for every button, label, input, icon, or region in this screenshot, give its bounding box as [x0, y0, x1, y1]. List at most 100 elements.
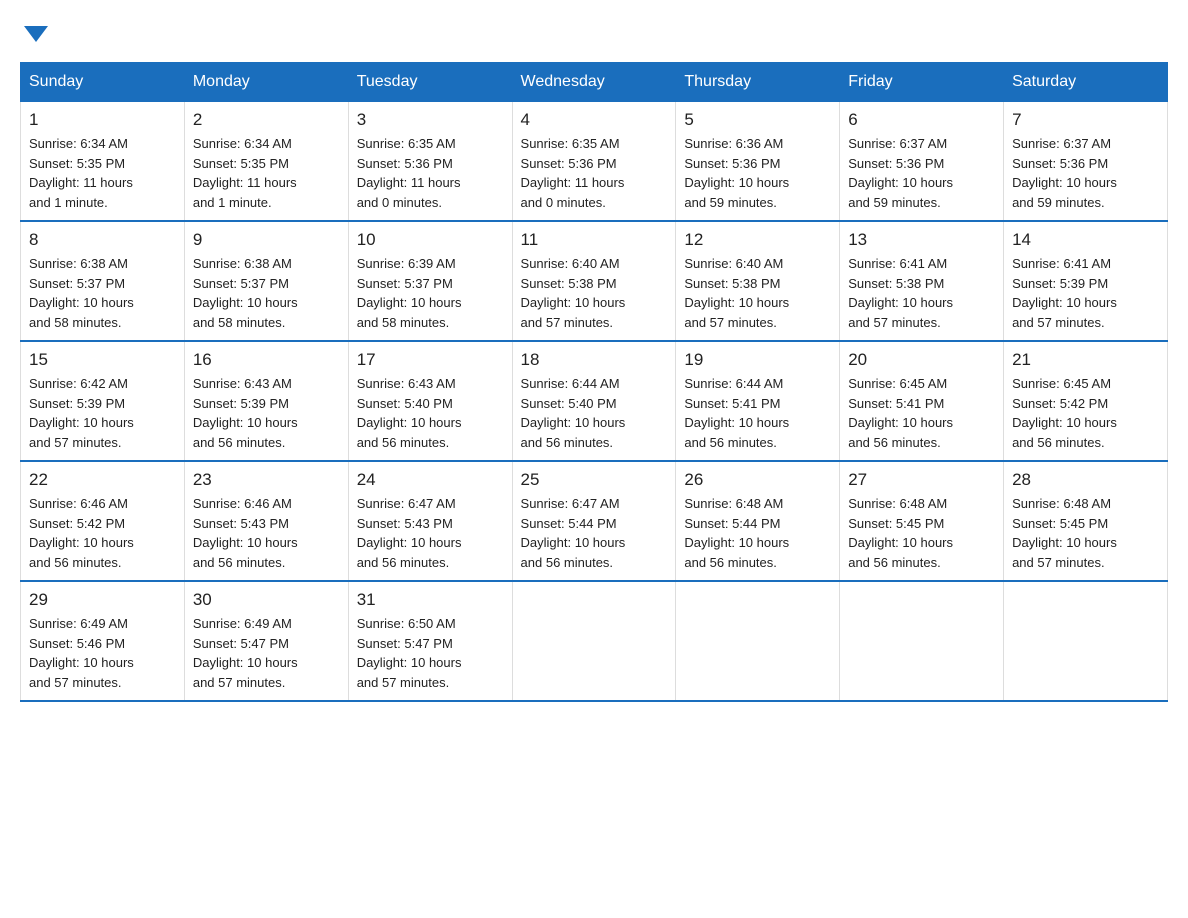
day-info-line: Sunset: 5:37 PM: [29, 276, 125, 291]
calendar-week-row: 1 Sunrise: 6:34 AMSunset: 5:35 PMDayligh…: [21, 102, 1168, 222]
day-number: 14: [1012, 230, 1159, 250]
day-info-line: Sunset: 5:45 PM: [848, 516, 944, 531]
day-info: Sunrise: 6:36 AMSunset: 5:36 PMDaylight:…: [684, 134, 831, 212]
day-info: Sunrise: 6:40 AMSunset: 5:38 PMDaylight:…: [521, 254, 668, 332]
day-info-line: Sunset: 5:41 PM: [848, 396, 944, 411]
day-number: 9: [193, 230, 340, 250]
day-info-line: Daylight: 10 hours: [848, 535, 953, 550]
day-number: 24: [357, 470, 504, 490]
day-info-line: Daylight: 11 hours: [193, 175, 297, 190]
day-info: Sunrise: 6:39 AMSunset: 5:37 PMDaylight:…: [357, 254, 504, 332]
calendar-cell: [676, 581, 840, 701]
calendar-header-thursday: Thursday: [676, 63, 840, 102]
day-info: Sunrise: 6:50 AMSunset: 5:47 PMDaylight:…: [357, 614, 504, 692]
calendar-cell: 24 Sunrise: 6:47 AMSunset: 5:43 PMDaylig…: [348, 461, 512, 581]
calendar-cell: 23 Sunrise: 6:46 AMSunset: 5:43 PMDaylig…: [184, 461, 348, 581]
calendar-header-sunday: Sunday: [21, 63, 185, 102]
day-info-line: Sunset: 5:43 PM: [193, 516, 289, 531]
day-info-line: Sunset: 5:42 PM: [1012, 396, 1108, 411]
calendar-cell: 20 Sunrise: 6:45 AMSunset: 5:41 PMDaylig…: [840, 341, 1004, 461]
day-info-line: Sunrise: 6:40 AM: [684, 256, 783, 271]
day-info-line: Daylight: 10 hours: [29, 415, 134, 430]
day-info-line: Sunrise: 6:46 AM: [193, 496, 292, 511]
calendar-cell: [1004, 581, 1168, 701]
day-info-line: Sunset: 5:46 PM: [29, 636, 125, 651]
day-info-line: Daylight: 10 hours: [29, 655, 134, 670]
day-info: Sunrise: 6:35 AMSunset: 5:36 PMDaylight:…: [357, 134, 504, 212]
day-info-line: and 56 minutes.: [193, 435, 286, 450]
day-info-line: Sunrise: 6:48 AM: [684, 496, 783, 511]
day-info-line: Sunrise: 6:43 AM: [357, 376, 456, 391]
day-info-line: Sunset: 5:36 PM: [684, 156, 780, 171]
day-info: Sunrise: 6:41 AMSunset: 5:38 PMDaylight:…: [848, 254, 995, 332]
calendar-cell: 29 Sunrise: 6:49 AMSunset: 5:46 PMDaylig…: [21, 581, 185, 701]
day-info: Sunrise: 6:41 AMSunset: 5:39 PMDaylight:…: [1012, 254, 1159, 332]
day-info-line: Sunset: 5:44 PM: [521, 516, 617, 531]
day-info-line: and 59 minutes.: [848, 195, 941, 210]
day-info-line: Sunrise: 6:49 AM: [29, 616, 128, 631]
logo: [20, 20, 48, 42]
calendar-cell: 6 Sunrise: 6:37 AMSunset: 5:36 PMDayligh…: [840, 102, 1004, 222]
day-info-line: and 1 minute.: [193, 195, 272, 210]
day-info-line: Daylight: 10 hours: [684, 535, 789, 550]
day-number: 18: [521, 350, 668, 370]
day-info-line: Daylight: 10 hours: [29, 295, 134, 310]
day-info-line: Daylight: 10 hours: [1012, 535, 1117, 550]
calendar-cell: 10 Sunrise: 6:39 AMSunset: 5:37 PMDaylig…: [348, 221, 512, 341]
day-info-line: Daylight: 10 hours: [684, 415, 789, 430]
day-info-line: and 56 minutes.: [1012, 435, 1105, 450]
day-number: 25: [521, 470, 668, 490]
day-info-line: Daylight: 10 hours: [193, 655, 298, 670]
day-number: 6: [848, 110, 995, 130]
day-info-line: Sunrise: 6:34 AM: [29, 136, 128, 151]
day-info-line: Sunset: 5:47 PM: [357, 636, 453, 651]
day-number: 12: [684, 230, 831, 250]
calendar-cell: 8 Sunrise: 6:38 AMSunset: 5:37 PMDayligh…: [21, 221, 185, 341]
calendar-cell: 30 Sunrise: 6:49 AMSunset: 5:47 PMDaylig…: [184, 581, 348, 701]
day-info-line: Sunset: 5:36 PM: [521, 156, 617, 171]
day-info-line: and 56 minutes.: [684, 555, 777, 570]
day-info-line: and 56 minutes.: [193, 555, 286, 570]
calendar-cell: 9 Sunrise: 6:38 AMSunset: 5:37 PMDayligh…: [184, 221, 348, 341]
logo-arrow-icon: [24, 26, 48, 42]
day-info-line: Sunset: 5:35 PM: [193, 156, 289, 171]
day-info-line: Sunrise: 6:45 AM: [1012, 376, 1111, 391]
day-info-line: and 57 minutes.: [1012, 315, 1105, 330]
day-info: Sunrise: 6:49 AM Sunset: 5:46 PM Daylight:…: [29, 614, 176, 692]
day-info-line: Sunrise: 6:46 AM: [29, 496, 128, 511]
day-info-line: Sunrise: 6:35 AM: [521, 136, 620, 151]
day-info-line: Sunset: 5:37 PM: [357, 276, 453, 291]
day-info-line: Daylight: 11 hours: [357, 175, 461, 190]
day-info: Sunrise: 6:37 AMSunset: 5:36 PMDaylight:…: [848, 134, 995, 212]
day-info-line: Daylight: 10 hours: [193, 535, 298, 550]
day-info-line: and 1 minute.: [29, 195, 108, 210]
day-number: 10: [357, 230, 504, 250]
day-info-line: and 57 minutes.: [684, 315, 777, 330]
day-info-line: Sunrise: 6:37 AM: [1012, 136, 1111, 151]
calendar-cell: 21 Sunrise: 6:45 AMSunset: 5:42 PMDaylig…: [1004, 341, 1168, 461]
day-number: 4: [521, 110, 668, 130]
day-number: 15: [29, 350, 176, 370]
day-info-line: Sunrise: 6:48 AM: [1012, 496, 1111, 511]
day-number: 28: [1012, 470, 1159, 490]
day-info-line: Sunset: 5:38 PM: [521, 276, 617, 291]
day-info-line: and 57 minutes.: [848, 315, 941, 330]
day-info-line: Sunrise: 6:36 AM: [684, 136, 783, 151]
day-info-line: and 0 minutes.: [521, 195, 606, 210]
day-info-line: Sunrise: 6:50 AM: [357, 616, 456, 631]
day-info-line: Sunrise: 6:44 AM: [684, 376, 783, 391]
day-info-line: Sunset: 5:40 PM: [521, 396, 617, 411]
calendar-week-row: 15 Sunrise: 6:42 AMSunset: 5:39 PMDaylig…: [21, 341, 1168, 461]
day-info: Sunrise: 6:48 AM Sunset: 5:45 PM Daylight:…: [1012, 494, 1159, 572]
day-info-line: and 59 minutes.: [1012, 195, 1105, 210]
day-number: 21: [1012, 350, 1159, 370]
day-info-line: Sunset: 5:37 PM: [193, 276, 289, 291]
day-info: Sunrise: 6:44 AM Sunset: 5:41 PM Daylight:…: [684, 374, 831, 452]
day-info-line: and 56 minutes.: [521, 555, 614, 570]
day-info-line: Sunrise: 6:38 AM: [193, 256, 292, 271]
calendar-cell: 16 Sunrise: 6:43 AMSunset: 5:39 PMDaylig…: [184, 341, 348, 461]
day-info-line: Sunset: 5:41 PM: [684, 396, 780, 411]
day-info-line: and 56 minutes.: [521, 435, 614, 450]
day-info-line: Sunset: 5:45 PM: [1012, 516, 1108, 531]
calendar-week-row: 22 Sunrise: 6:46 AMSunset: 5:42 PMDaylig…: [21, 461, 1168, 581]
